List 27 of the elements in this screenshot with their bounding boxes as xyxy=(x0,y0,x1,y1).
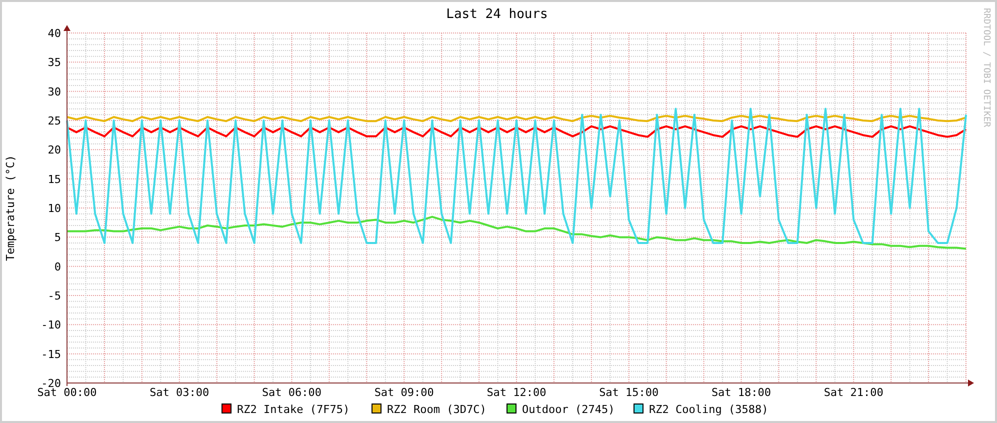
y-tick-label: 5 xyxy=(54,231,61,244)
y-tick-label: 20 xyxy=(48,144,61,157)
y-tick-label: -5 xyxy=(48,290,61,302)
y-tick-label: 15 xyxy=(48,172,61,186)
credit-text: RRDTOOL / TOBI OETIKER xyxy=(981,8,991,128)
legend-label: RZ2 Intake (7F75) xyxy=(237,403,350,416)
x-tick-label: Sat 12:00 xyxy=(486,386,546,399)
x-tick-label: Sat 21:00 xyxy=(824,386,884,399)
legend-label: Outdoor (2745) xyxy=(522,403,615,416)
axis-title: Temperature (°C) xyxy=(4,155,17,261)
y-tick-label: 25 xyxy=(48,114,61,128)
legend-label: RZ2 Room (3D7C) xyxy=(387,403,486,416)
y-tick-label: -10 xyxy=(41,318,61,332)
x-tick-label: Sat 09:00 xyxy=(374,386,434,399)
x-tick-label: Sat 03:00 xyxy=(150,386,210,399)
legend-label: RZ2 Cooling (3588) xyxy=(649,403,768,416)
x-tick-label: Sat 06:00 xyxy=(262,386,322,399)
y-tick-label: 35 xyxy=(48,56,61,70)
y-tick-label: -15 xyxy=(41,348,61,361)
y-tick-label: 40 xyxy=(48,27,61,40)
x-tick-label: Sat 18:00 xyxy=(711,386,772,399)
x-tick-label: Sat 00:00 xyxy=(37,386,97,399)
chart-title: Last 24 hours xyxy=(446,7,548,22)
y-tick-label: 0 xyxy=(54,260,61,274)
y-tick-label: 30 xyxy=(48,85,61,98)
y-tick-label: 10 xyxy=(48,202,61,215)
x-tick-label: Sat 15:00 xyxy=(599,386,659,399)
